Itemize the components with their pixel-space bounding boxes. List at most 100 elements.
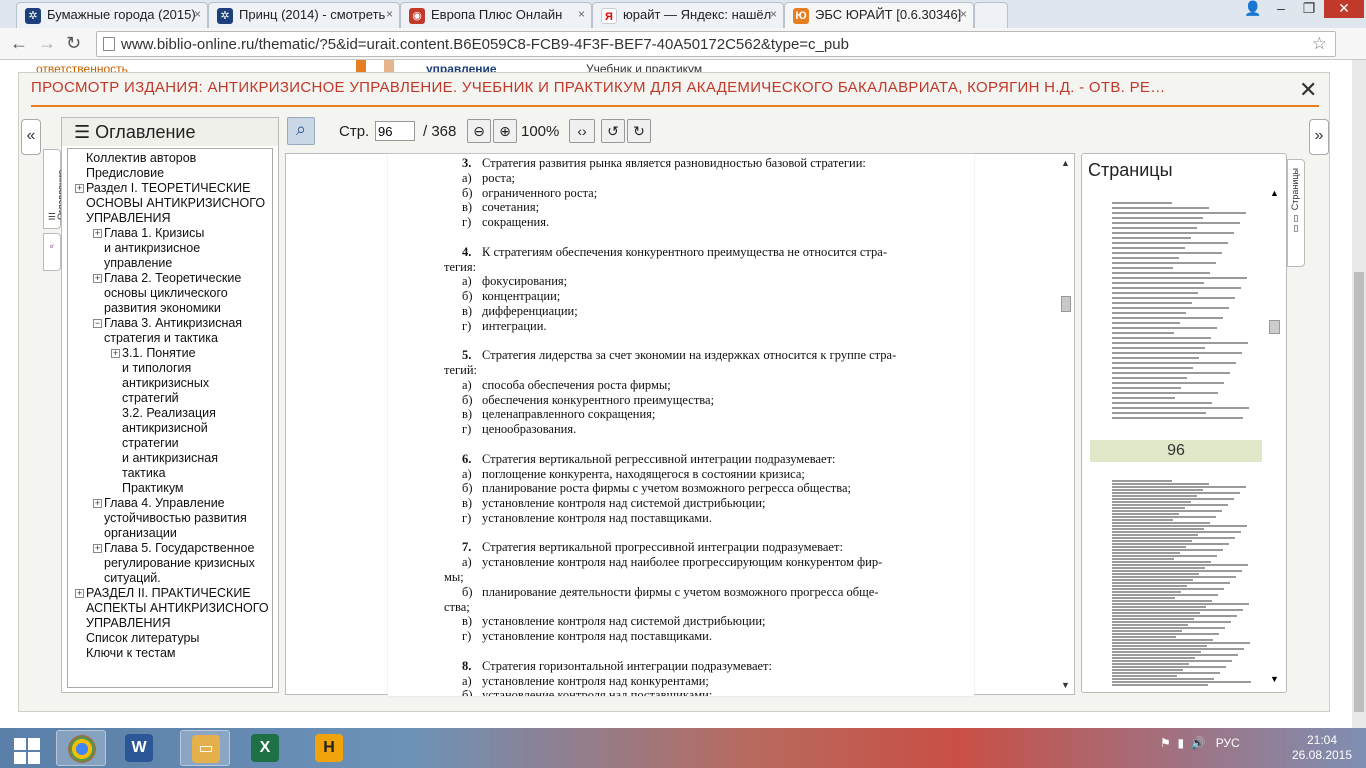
browser-tab[interactable]: ✲ Бумажные города (2015) ×: [16, 2, 208, 28]
rotate-left-button[interactable]: ↺: [601, 119, 625, 143]
close-window-button[interactable]: ✕: [1324, 0, 1364, 18]
toc-item[interactable]: управление: [104, 256, 172, 271]
toc-item[interactable]: и типология: [122, 361, 191, 376]
document-viewer[interactable]: 3. Стратегия развития рынка является разн…: [285, 153, 1075, 696]
toc-item[interactable]: стратегия и тактика: [104, 331, 218, 346]
toc-item[interactable]: 3.2. Реализация: [122, 406, 216, 421]
toc-item[interactable]: стратегии: [122, 436, 179, 451]
toc-item[interactable]: стратегий: [122, 391, 179, 406]
expand-toggle-icon[interactable]: +: [75, 589, 84, 598]
page-scrollbar[interactable]: [1352, 60, 1366, 728]
toc-item[interactable]: УПРАВЛЕНИЯ: [86, 211, 171, 226]
toc-item[interactable]: ситуаций.: [104, 571, 161, 586]
language-indicator[interactable]: РУС: [1216, 736, 1240, 750]
toc-item[interactable]: устойчивостью развития: [104, 511, 247, 526]
search-side-tab[interactable]: ⌕: [43, 233, 61, 271]
page-thumbnail[interactable]: [1092, 466, 1260, 686]
volume-icon[interactable]: 🔊: [1191, 736, 1206, 750]
collapse-right-button[interactable]: »: [1309, 119, 1329, 155]
close-tab-icon[interactable]: ×: [578, 7, 585, 21]
page-number-input[interactable]: [375, 121, 415, 141]
toc-item[interactable]: Глава 5. Государственное: [104, 541, 254, 556]
browser-tab[interactable]: ◉ Европа Плюс Онлайн ×: [400, 2, 592, 28]
toc-item[interactable]: УПРАВЛЕНИЯ: [86, 616, 171, 631]
toc-item[interactable]: Глава 3. Антикризисная: [104, 316, 242, 331]
toc-item[interactable]: Глава 2. Теоретические: [104, 271, 241, 286]
expand-toggle-icon[interactable]: +: [93, 499, 102, 508]
close-tab-icon[interactable]: ×: [770, 7, 777, 21]
url-input[interactable]: www.biblio-online.ru/thematic/?5&id=urai…: [96, 31, 1336, 57]
toc-item[interactable]: организации: [104, 526, 177, 541]
minimize-button[interactable]: –: [1268, 0, 1294, 18]
expand-toggle-icon[interactable]: +: [93, 274, 102, 283]
taskbar-word[interactable]: W: [114, 730, 164, 766]
toc-item[interactable]: 3.1. Понятие: [122, 346, 196, 361]
toc-item[interactable]: Ключи к тестам: [86, 646, 176, 661]
taskbar-chrome[interactable]: [56, 730, 106, 766]
bookmark-star-icon[interactable]: ☆: [1312, 34, 1327, 54]
toc-item[interactable]: тактика: [122, 466, 166, 481]
toc-item[interactable]: Глава 4. Управление: [104, 496, 225, 511]
viewer-scrollbar-thumb[interactable]: [1061, 296, 1071, 312]
page-thumbnails[interactable]: 96: [1090, 188, 1262, 686]
fit-width-button[interactable]: ‹›: [569, 119, 595, 143]
rotate-right-button[interactable]: ↻: [627, 119, 651, 143]
toc-side-tab[interactable]: ☰ Оглавление: [43, 149, 66, 229]
collapse-left-button[interactable]: «: [21, 119, 41, 155]
close-tab-icon[interactable]: ×: [194, 7, 201, 21]
toc-item[interactable]: Раздел I. ТЕОРЕТИЧЕСКИЕ: [86, 181, 251, 196]
pages-side-tab[interactable]: ▯▯ Страницы: [1287, 159, 1305, 267]
forward-icon[interactable]: →: [38, 33, 56, 54]
expand-toggle-icon[interactable]: +: [93, 544, 102, 553]
start-button[interactable]: [6, 732, 46, 764]
expand-toggle-icon[interactable]: −: [93, 319, 102, 328]
clock[interactable]: 21:04 26.08.2015: [1290, 733, 1354, 763]
browser-tab[interactable]: ✲ Принц (2014) - смотреть ×: [208, 2, 400, 28]
viewer-scrollbar[interactable]: ▲ ▼: [1058, 154, 1074, 694]
network-icon[interactable]: ▮: [1177, 736, 1184, 750]
toc-item[interactable]: антикризисной: [122, 421, 208, 436]
close-modal-button[interactable]: ✕: [1299, 77, 1317, 103]
toc-item[interactable]: Коллектив авторов: [86, 151, 196, 166]
scroll-up-icon[interactable]: ▲: [1270, 188, 1279, 198]
expand-toggle-icon[interactable]: +: [93, 229, 102, 238]
taskbar-excel[interactable]: X: [240, 730, 290, 766]
page-scrollbar-thumb[interactable]: [1354, 272, 1364, 712]
close-tab-icon[interactable]: ×: [960, 7, 967, 21]
browser-tab[interactable]: Я юрайт — Яндекс: нашёл ×: [592, 2, 784, 28]
toc-item[interactable]: и антикризисное: [104, 241, 200, 256]
toc-item[interactable]: Практикум: [122, 481, 184, 496]
zoom-out-button[interactable]: ⊖: [467, 119, 491, 143]
new-tab-button[interactable]: [974, 2, 1008, 28]
toc-item[interactable]: РАЗДЕЛ II. ПРАКТИЧЕСКИЕ: [86, 586, 251, 601]
expand-toggle-icon[interactable]: +: [75, 184, 84, 193]
page-thumbnail[interactable]: [1092, 188, 1260, 438]
toc-item[interactable]: АСПЕКТЫ АНТИКРИЗИСНОГО: [86, 601, 269, 616]
user-icon[interactable]: 👤: [1240, 0, 1266, 18]
search-button[interactable]: ⌕: [287, 117, 315, 145]
close-tab-icon[interactable]: ×: [386, 7, 393, 21]
zoom-in-button[interactable]: ⊕: [493, 119, 517, 143]
toc-item[interactable]: Глава 1. Кризисы: [104, 226, 204, 241]
pages-scrollbar[interactable]: ▲ ▼: [1268, 188, 1282, 686]
scroll-down-icon[interactable]: ▼: [1061, 680, 1070, 690]
toc-item[interactable]: ОСНОВЫ АНТИКРИЗИСНОГО: [86, 196, 265, 211]
toc-item[interactable]: и антикризисная: [122, 451, 218, 466]
maximize-button[interactable]: ❐: [1296, 0, 1322, 18]
scroll-down-icon[interactable]: ▼: [1270, 674, 1279, 684]
toc-item[interactable]: Список литературы: [86, 631, 199, 646]
toc-item[interactable]: Предисловие: [86, 166, 164, 181]
toc-item[interactable]: антикризисных: [122, 376, 209, 391]
scroll-up-icon[interactable]: ▲: [1061, 158, 1070, 168]
toc-list[interactable]: Коллектив авторов Предисловие + Раздел I. Т…: [67, 148, 273, 688]
pages-scrollbar-thumb[interactable]: [1269, 320, 1280, 334]
taskbar-app[interactable]: H: [304, 730, 354, 766]
taskbar-explorer[interactable]: ▭: [180, 730, 230, 766]
toc-item[interactable]: регулирование кризисных: [104, 556, 255, 571]
expand-toggle-icon[interactable]: +: [111, 349, 120, 358]
reload-icon[interactable]: ↻: [66, 33, 81, 54]
toc-item[interactable]: основы циклического: [104, 286, 228, 301]
browser-tab-active[interactable]: Ю ЭБС ЮРАЙТ [0.6.30346] ×: [784, 2, 974, 28]
toc-item[interactable]: развития экономики: [104, 301, 221, 316]
flag-icon[interactable]: ⚑: [1160, 736, 1171, 750]
